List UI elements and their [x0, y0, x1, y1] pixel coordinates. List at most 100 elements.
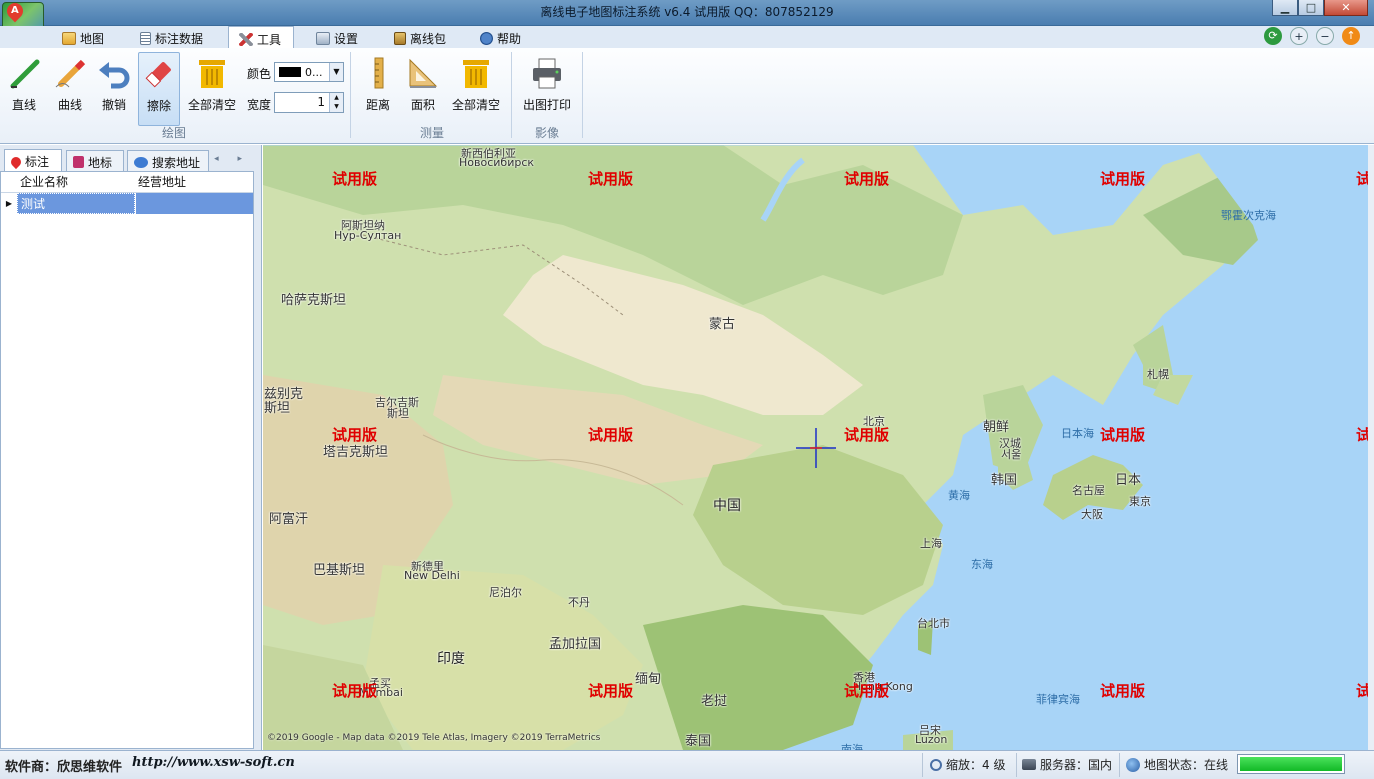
stepper-arrows-icon[interactable]: ▲ ▼	[329, 93, 343, 112]
color-picker[interactable]: 0... ▼	[274, 62, 344, 82]
ribbon-panel: 直线 曲线 撤销 擦除 全部清空 颜色 0... ▼ 宽度 1 ▲ ▼ 绘图 距…	[0, 48, 1374, 144]
map-copyright: ©2019 Google - Map data ©2019 Tele Atlas…	[267, 733, 601, 743]
globe-icon	[1126, 757, 1140, 772]
tab-tools[interactable]: 工具	[228, 26, 294, 49]
server-text: 服务器：国内	[1040, 758, 1113, 772]
tab-search-address[interactable]: 搜索地址	[127, 150, 209, 171]
tab-label: 工具	[257, 33, 282, 47]
zoom-in-icon[interactable]: +	[1290, 27, 1308, 45]
clear-all-measurements-button[interactable]: 全部清空	[448, 52, 504, 126]
title-bar: 离线电子地图标注系统 v6.4 试用版 QQ：807852129 ▁ □ ✕	[0, 0, 1374, 26]
trial-watermark: 试用版	[844, 170, 890, 188]
map-label: 老挝	[701, 694, 728, 709]
tab-label: 标注数据	[155, 32, 204, 46]
draw-line-button[interactable]: 直线	[4, 52, 44, 126]
map-label: 中国	[713, 498, 741, 514]
map-label: 孟加拉国	[549, 637, 602, 652]
color-swatch	[279, 67, 301, 77]
cell-company-name[interactable]: 测试	[17, 193, 135, 214]
line-pen-icon	[7, 56, 41, 90]
tab-scroll-arrows[interactable]: ◂ ▸	[214, 154, 250, 164]
column-header-business-address[interactable]: 经营地址	[135, 172, 253, 193]
crosshair-icon	[796, 428, 836, 468]
tab-annotation-data[interactable]: 标注数据	[130, 26, 220, 48]
zoom-level-text: 缩放：4 级	[946, 758, 1006, 772]
tab-help[interactable]: 帮助	[470, 26, 536, 48]
tab-map[interactable]: 地图	[52, 26, 120, 48]
group-divider	[350, 52, 351, 138]
print-map-button[interactable]: 出图打印	[518, 52, 576, 126]
map-label: 不丹	[568, 596, 590, 609]
row-header-spacer	[1, 172, 17, 193]
tab-label: 地标	[88, 155, 113, 170]
map-label: Новосибирск	[459, 156, 535, 169]
tab-settings[interactable]: 设置	[306, 26, 372, 48]
trial-watermark: 试用版	[844, 426, 890, 444]
map-label: 菲律宾海	[1036, 693, 1080, 706]
maximize-button[interactable]: □	[1298, 0, 1324, 16]
map-label: 韩国	[991, 473, 1018, 488]
ribbon-tab-bar: 地图 标注数据 工具 设置 离线包 帮助	[0, 26, 1374, 49]
measure-area-button[interactable]: 面积	[404, 52, 442, 126]
refresh-icon[interactable]: ⟳	[1264, 27, 1282, 45]
clear-all-drawings-button[interactable]: 全部清空	[184, 52, 240, 126]
color-label: 颜色	[247, 67, 272, 81]
width-label: 宽度	[247, 98, 272, 112]
button-label: 全部清空	[187, 98, 236, 112]
toolbar-right: ⟳ + − ↑	[1264, 27, 1360, 45]
map-state-status: 地图状态：在线	[1126, 756, 1228, 773]
chevron-down-icon[interactable]: ▼	[329, 63, 343, 81]
tab-label: 帮助	[497, 32, 522, 46]
map-label: 南海	[841, 743, 863, 750]
trial-watermark: 试用版	[1356, 426, 1368, 444]
panel-tab-bar: 标注 地标 搜索地址 ◂ ▸	[0, 148, 262, 171]
help-icon	[480, 32, 493, 45]
button-label: 擦除	[146, 99, 171, 113]
map-label: 台北市	[917, 617, 950, 630]
map-label: Luzon	[915, 733, 948, 746]
group-label-measure: 测量	[420, 126, 445, 140]
tab-offline-package[interactable]: 离线包	[384, 26, 460, 48]
column-header-company-name[interactable]: 企业名称	[17, 172, 135, 193]
map-label: 泰国	[685, 734, 712, 749]
trial-watermark: 试用版	[1100, 170, 1146, 188]
map-label: 東京	[1129, 495, 1151, 508]
marker-pin-icon	[8, 154, 24, 169]
width-stepper[interactable]: 1 ▲ ▼	[274, 92, 344, 113]
tab-markers[interactable]: 标注	[4, 149, 62, 171]
eraser-button[interactable]: 擦除	[138, 52, 180, 126]
info-icon[interactable]: ↑	[1342, 27, 1360, 45]
zoom-out-icon[interactable]: −	[1316, 27, 1334, 45]
minimize-button[interactable]: ▁	[1272, 0, 1298, 16]
map-view[interactable]: 新西伯利亚 Новосибирск 阿斯坦纳 Нур-Султан 哈萨克斯坦 …	[263, 145, 1368, 750]
status-bar: 软件商：欣思维软件 http://www.xsw-soft.cn 缩放：4 级 …	[0, 750, 1374, 779]
trial-watermark: 试用版	[332, 426, 378, 444]
width-value: 1	[317, 95, 325, 109]
map-label: 蒙古	[709, 317, 736, 332]
map-label: 哈萨克斯坦	[281, 293, 347, 308]
button-label: 直线	[11, 98, 36, 112]
group-label-draw: 绘图	[162, 126, 187, 140]
landmark-book-icon	[73, 156, 84, 168]
window-title: 离线电子地图标注系统 v6.4 试用版 QQ：807852129	[540, 5, 834, 19]
cell-business-address[interactable]	[135, 193, 253, 214]
vendor-url-link[interactable]: http://www.xsw-soft.cn	[132, 755, 295, 770]
ruler-icon	[361, 56, 395, 90]
draw-curve-button[interactable]: 曲线	[50, 52, 90, 126]
map-label: 名古屋	[1072, 484, 1105, 497]
map-label: 서울	[1001, 448, 1022, 461]
measure-distance-button[interactable]: 距离	[360, 52, 396, 126]
map-label: 札幌	[1147, 368, 1169, 381]
trial-watermark: 试用版	[844, 682, 890, 700]
map-scrollbar[interactable]	[1368, 145, 1374, 750]
trial-watermark: 试用版	[1100, 682, 1146, 700]
server-status: 服务器：国内	[1022, 756, 1112, 773]
progress-fill	[1240, 757, 1342, 771]
table-row[interactable]: ▶ 测试	[1, 193, 253, 214]
status-divider	[1016, 753, 1017, 777]
undo-button[interactable]: 撤销	[94, 52, 134, 126]
tab-landmarks[interactable]: 地标	[66, 150, 124, 171]
close-button[interactable]: ✕	[1324, 0, 1368, 16]
trial-watermark: 试用版	[588, 170, 634, 188]
map-state-text: 地图状态：在线	[1144, 758, 1229, 772]
